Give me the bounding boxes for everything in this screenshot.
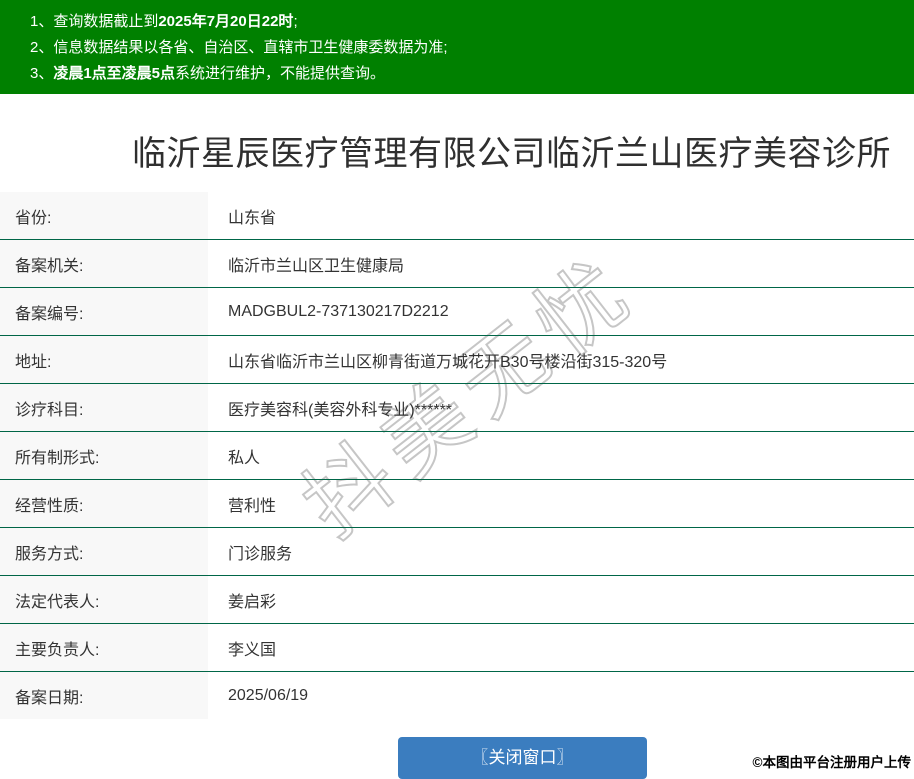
table-row: 所有制形式: 私人 (0, 431, 914, 480)
page-title: 临沂星辰医疗管理有限公司临沂兰山医疗美容诊所 (132, 135, 891, 173)
record-table: 省份: 山东省 备案机关: 临沂市兰山区卫生健康局 备案编号: MADGBUL2… (0, 192, 914, 719)
notice-line-3-bold: 凌晨1点至凌晨5点 (53, 65, 176, 82)
table-row: 诊疗科目: 医疗美容科(美容外科专业)****** (0, 383, 914, 432)
row-label: 备案机关: (0, 239, 208, 288)
table-row: 经营性质: 营利性 (0, 479, 914, 528)
row-label: 经营性质: (0, 479, 208, 528)
notice-line-3-text: 3、 (30, 65, 54, 82)
notice-line-1-bold: 2025年7月20日22时 (158, 13, 294, 30)
row-label: 诊疗科目: (0, 383, 208, 432)
notice-line-1-tail: ; (293, 13, 298, 30)
row-value: MADGBUL2-737130217D2212 (208, 287, 914, 336)
table-row: 省份: 山东省 (0, 192, 914, 240)
notice-line-1: 1、查询数据截止到2025年7月20日22时; (30, 9, 904, 35)
row-value: 山东省 (208, 192, 914, 240)
notice-line-3: 3、凌晨1点至凌晨5点系统进行维护，不能提供查询。 (30, 61, 904, 87)
row-label: 服务方式: (0, 527, 208, 576)
table-row: 备案日期: 2025/06/19 (0, 671, 914, 719)
notice-line-2: 2、信息数据结果以各省、自治区、直辖市卫生健康委数据为准; (30, 35, 904, 61)
row-value: 山东省临沂市兰山区柳青街道万城花开B30号楼沿街315-320号 (208, 335, 914, 384)
table-row: 备案编号: MADGBUL2-737130217D2212 (0, 287, 914, 336)
row-label: 所有制形式: (0, 431, 208, 480)
notice-line-3-tail: 系统进行维护，不能提供查询。 (175, 65, 386, 82)
row-value: 李义国 (208, 623, 914, 672)
copyright-stamp: ©本图由平台注册用户上传 (752, 755, 911, 770)
row-value: 医疗美容科(美容外科专业)****** (208, 383, 914, 432)
row-label: 备案编号: (0, 287, 208, 336)
row-label: 省份: (0, 192, 208, 240)
table-row: 备案机关: 临沂市兰山区卫生健康局 (0, 239, 914, 288)
table-row: 地址: 山东省临沂市兰山区柳青街道万城花开B30号楼沿街315-320号 (0, 335, 914, 384)
table-row: 法定代表人: 姜启彩 (0, 575, 914, 624)
row-label: 地址: (0, 335, 208, 384)
row-value: 姜启彩 (208, 575, 914, 624)
row-value: 门诊服务 (208, 527, 914, 576)
row-value: 营利性 (208, 479, 914, 528)
table-row: 服务方式: 门诊服务 (0, 527, 914, 576)
table-row: 主要负责人: 李义国 (0, 623, 914, 672)
row-value: 2025/06/19 (228, 686, 309, 704)
row-label: 主要负责人: (0, 623, 208, 672)
row-label: 法定代表人: (0, 575, 208, 624)
row-value: 私人 (208, 431, 914, 480)
row-value: 临沂市兰山区卫生健康局 (208, 239, 914, 288)
row-label: 备案日期: (0, 671, 208, 719)
notice-banner: 1、查询数据截止到2025年7月20日22时; 2、信息数据结果以各省、自治区、… (0, 0, 914, 94)
notice-line-2-text: 2、信息数据结果以各省、自治区、直辖市卫生健康委数据为准; (30, 39, 448, 56)
notice-line-1-text: 1、查询数据截止到 (30, 13, 159, 30)
close-window-button[interactable]: 〖关闭窗口〗 (398, 737, 647, 779)
